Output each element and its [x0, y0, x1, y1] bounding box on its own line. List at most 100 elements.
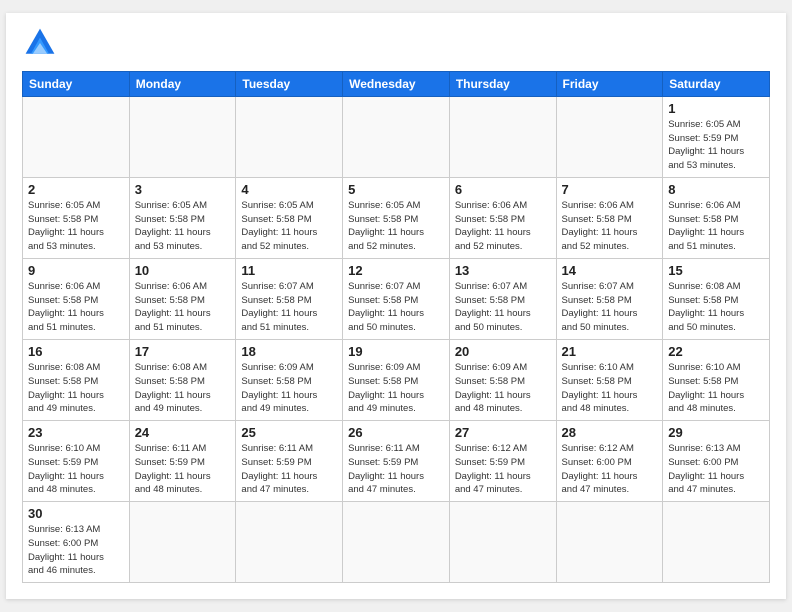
day-number: 24 — [135, 425, 231, 440]
day-info: Sunrise: 6:06 AM Sunset: 5:58 PM Dayligh… — [562, 199, 658, 254]
day-number: 5 — [348, 182, 444, 197]
day-number: 21 — [562, 344, 658, 359]
calendar-row: 9Sunrise: 6:06 AM Sunset: 5:58 PM Daylig… — [23, 258, 770, 339]
calendar-cell: 28Sunrise: 6:12 AM Sunset: 6:00 PM Dayli… — [556, 421, 663, 502]
day-info: Sunrise: 6:06 AM Sunset: 5:58 PM Dayligh… — [135, 280, 231, 335]
day-number: 20 — [455, 344, 551, 359]
calendar-body: 1 Sunrise: 6:05 AM Sunset: 5:59 PM Daylig… — [23, 96, 770, 582]
day-info: Sunrise: 6:05 AM Sunset: 5:59 PM Dayligh… — [668, 118, 764, 173]
day-info: Sunrise: 6:06 AM Sunset: 5:58 PM Dayligh… — [28, 280, 124, 335]
calendar-cell — [236, 96, 343, 177]
calendar-cell — [343, 502, 450, 583]
day-info: Sunrise: 6:10 AM Sunset: 5:58 PM Dayligh… — [562, 361, 658, 416]
calendar-cell: 16 Sunrise: 6:08 AM Sunset: 5:58 PM Dayli… — [23, 340, 130, 421]
calendar-cell: 12 Sunrise: 6:07 AM Sunset: 5:58 PM Dayli… — [343, 258, 450, 339]
calendar-row: 16 Sunrise: 6:08 AM Sunset: 5:58 PM Dayli… — [23, 340, 770, 421]
day-info: Sunrise: 6:11 AM Sunset: 5:59 PM Dayligh… — [135, 442, 231, 497]
calendar-cell — [449, 502, 556, 583]
calendar-cell: 1 Sunrise: 6:05 AM Sunset: 5:59 PM Daylig… — [663, 96, 770, 177]
weekday-header-cell: Thursday — [449, 71, 556, 96]
calendar-cell — [556, 502, 663, 583]
day-number: 3 — [135, 182, 231, 197]
weekday-header-cell: Tuesday — [236, 71, 343, 96]
calendar-cell: 25 Sunrise: 6:11 AM Sunset: 5:59 PM Dayli… — [236, 421, 343, 502]
calendar-row: 23 Sunrise: 6:10 AM Sunset: 5:59 PM Dayli… — [23, 421, 770, 502]
weekday-header-cell: Friday — [556, 71, 663, 96]
day-info: Sunrise: 6:11 AM Sunset: 5:59 PM Dayligh… — [348, 442, 444, 497]
day-info: Sunrise: 6:08 AM Sunset: 5:58 PM Dayligh… — [28, 361, 124, 416]
day-info: Sunrise: 6:05 AM Sunset: 5:58 PM Dayligh… — [348, 199, 444, 254]
calendar-cell: 10 Sunrise: 6:06 AM Sunset: 5:58 PM Dayli… — [129, 258, 236, 339]
day-info: Sunrise: 6:07 AM Sunset: 5:58 PM Dayligh… — [562, 280, 658, 335]
calendar-cell: 7 Sunrise: 6:06 AM Sunset: 5:58 PM Daylig… — [556, 177, 663, 258]
calendar-cell: 24 Sunrise: 6:11 AM Sunset: 5:59 PM Dayli… — [129, 421, 236, 502]
calendar-cell: 30 Sunrise: 6:13 AM Sunset: 6:00 PM Dayli… — [23, 502, 130, 583]
calendar-cell: 3Sunrise: 6:05 AM Sunset: 5:58 PM Daylig… — [129, 177, 236, 258]
calendar-cell: 21 Sunrise: 6:10 AM Sunset: 5:58 PM Dayli… — [556, 340, 663, 421]
day-info: Sunrise: 6:09 AM Sunset: 5:58 PM Dayligh… — [348, 361, 444, 416]
day-info: Sunrise: 6:09 AM Sunset: 5:58 PM Dayligh… — [241, 361, 337, 416]
calendar-cell — [23, 96, 130, 177]
calendar-cell: 27 Sunrise: 6:12 AM Sunset: 5:59 PM Dayli… — [449, 421, 556, 502]
day-number: 30 — [28, 506, 124, 521]
calendar-cell: 9Sunrise: 6:06 AM Sunset: 5:58 PM Daylig… — [23, 258, 130, 339]
calendar-row: 1 Sunrise: 6:05 AM Sunset: 5:59 PM Daylig… — [23, 96, 770, 177]
day-info: Sunrise: 6:11 AM Sunset: 5:59 PM Dayligh… — [241, 442, 337, 497]
calendar-cell: 5 Sunrise: 6:05 AM Sunset: 5:58 PM Daylig… — [343, 177, 450, 258]
day-number: 15 — [668, 263, 764, 278]
weekday-header-row: SundayMondayTuesdayWednesdayThursdayFrid… — [23, 71, 770, 96]
day-number: 12 — [348, 263, 444, 278]
calendar-cell: 8Sunrise: 6:06 AM Sunset: 5:58 PM Daylig… — [663, 177, 770, 258]
calendar-cell: 15Sunrise: 6:08 AM Sunset: 5:58 PM Dayli… — [663, 258, 770, 339]
calendar-cell — [343, 96, 450, 177]
day-number: 7 — [562, 182, 658, 197]
day-info: Sunrise: 6:10 AM Sunset: 5:59 PM Dayligh… — [28, 442, 124, 497]
day-info: Sunrise: 6:07 AM Sunset: 5:58 PM Dayligh… — [348, 280, 444, 335]
calendar-cell: 13Sunrise: 6:07 AM Sunset: 5:58 PM Dayli… — [449, 258, 556, 339]
calendar-row: 30 Sunrise: 6:13 AM Sunset: 6:00 PM Dayli… — [23, 502, 770, 583]
day-number: 16 — [28, 344, 124, 359]
day-info: Sunrise: 6:10 AM Sunset: 5:58 PM Dayligh… — [668, 361, 764, 416]
logo — [22, 25, 62, 61]
day-number: 26 — [348, 425, 444, 440]
calendar-cell: 4 Sunrise: 6:05 AM Sunset: 5:58 PM Daylig… — [236, 177, 343, 258]
calendar-cell: 19Sunrise: 6:09 AM Sunset: 5:58 PM Dayli… — [343, 340, 450, 421]
calendar-cell — [449, 96, 556, 177]
calendar-table: SundayMondayTuesdayWednesdayThursdayFrid… — [22, 71, 770, 583]
logo-icon — [22, 25, 58, 61]
day-number: 1 — [668, 101, 764, 116]
calendar-cell: 11Sunrise: 6:07 AM Sunset: 5:58 PM Dayli… — [236, 258, 343, 339]
day-number: 29 — [668, 425, 764, 440]
calendar-cell — [129, 96, 236, 177]
day-number: 14 — [562, 263, 658, 278]
calendar-cell: 29 Sunrise: 6:13 AM Sunset: 6:00 PM Dayli… — [663, 421, 770, 502]
day-number: 13 — [455, 263, 551, 278]
day-info: Sunrise: 6:12 AM Sunset: 6:00 PM Dayligh… — [562, 442, 658, 497]
weekday-header-cell: Sunday — [23, 71, 130, 96]
day-info: Sunrise: 6:05 AM Sunset: 5:58 PM Dayligh… — [241, 199, 337, 254]
day-number: 10 — [135, 263, 231, 278]
day-number: 23 — [28, 425, 124, 440]
day-number: 18 — [241, 344, 337, 359]
calendar-cell: 18 Sunrise: 6:09 AM Sunset: 5:58 PM Dayli… — [236, 340, 343, 421]
calendar-cell: 22 Sunrise: 6:10 AM Sunset: 5:58 PM Dayli… — [663, 340, 770, 421]
calendar-wrapper: SundayMondayTuesdayWednesdayThursdayFrid… — [6, 13, 786, 599]
calendar-cell: 2Sunrise: 6:05 AM Sunset: 5:58 PM Daylig… — [23, 177, 130, 258]
weekday-header-cell: Wednesday — [343, 71, 450, 96]
day-number: 6 — [455, 182, 551, 197]
calendar-header — [22, 25, 770, 61]
day-number: 27 — [455, 425, 551, 440]
calendar-cell: 23 Sunrise: 6:10 AM Sunset: 5:59 PM Dayli… — [23, 421, 130, 502]
day-number: 17 — [135, 344, 231, 359]
calendar-cell: 6 Sunrise: 6:06 AM Sunset: 5:58 PM Daylig… — [449, 177, 556, 258]
day-number: 4 — [241, 182, 337, 197]
day-info: Sunrise: 6:05 AM Sunset: 5:58 PM Dayligh… — [28, 199, 124, 254]
day-info: Sunrise: 6:13 AM Sunset: 6:00 PM Dayligh… — [668, 442, 764, 497]
weekday-header-cell: Monday — [129, 71, 236, 96]
day-number: 25 — [241, 425, 337, 440]
day-number: 22 — [668, 344, 764, 359]
day-info: Sunrise: 6:13 AM Sunset: 6:00 PM Dayligh… — [28, 523, 124, 578]
day-info: Sunrise: 6:06 AM Sunset: 5:58 PM Dayligh… — [455, 199, 551, 254]
day-info: Sunrise: 6:12 AM Sunset: 5:59 PM Dayligh… — [455, 442, 551, 497]
day-number: 8 — [668, 182, 764, 197]
